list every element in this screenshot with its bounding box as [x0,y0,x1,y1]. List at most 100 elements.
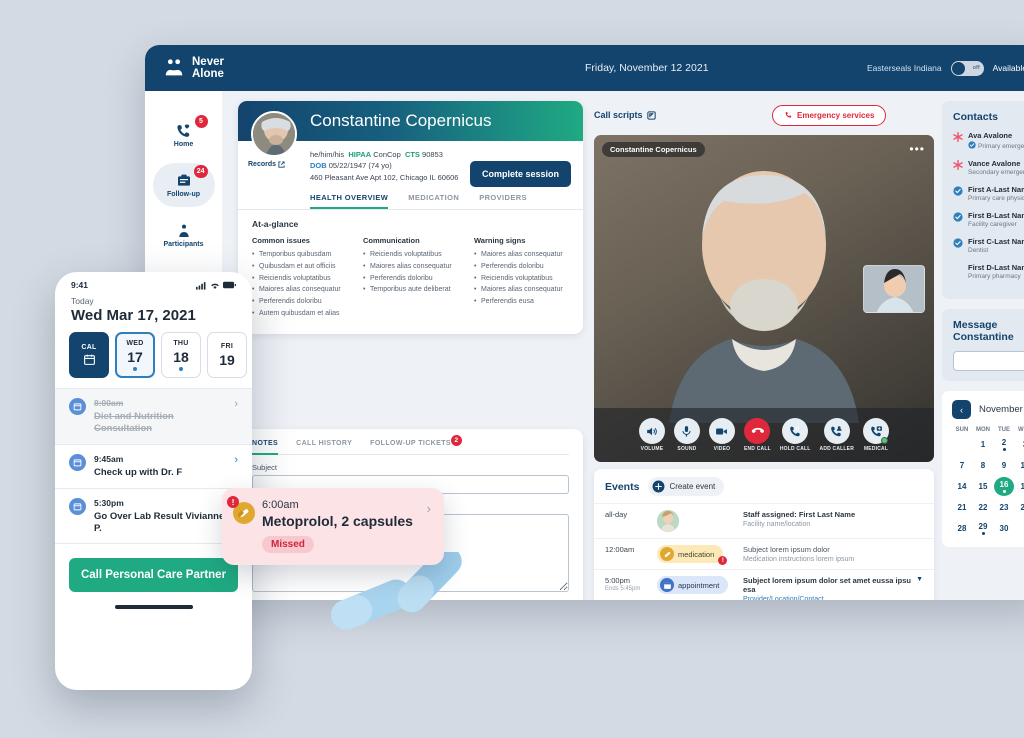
appt-icon [660,578,674,592]
event-tag-label: appointment [678,580,720,590]
calendar-day[interactable]: 24 [1015,498,1024,517]
tab-providers[interactable]: PROVIDERS [479,193,527,209]
call-control-sound[interactable]: SOUND [673,418,700,452]
events-panel: Events Create event all-day Staff assigne… [594,469,934,600]
calendar-day-number: 10 [1020,461,1024,470]
calendar-day[interactable]: 30 [994,519,1014,538]
call-control-end-call[interactable]: END CALL [744,418,771,452]
brand-logo-area: Never Alone [145,56,345,81]
event-tag-appointment: appointment [657,576,729,594]
agenda-item-text: 5:30pm Go Over Lab Result Vivianne P. [94,498,226,535]
agenda-item-time: 8:00am [94,398,124,408]
chevron-right-icon[interactable]: › [234,454,238,479]
call-scripts-link[interactable]: Call scripts [594,110,656,120]
sidebar-item-badge: 24 [193,165,208,178]
calendar-day[interactable]: 21 [952,498,972,517]
message-title: Message Constantine [953,319,1014,343]
event-subject: Subject lorem ipsum dolor [743,545,830,554]
chevron-down-icon[interactable]: ▼ [916,576,923,583]
tab-health-overview[interactable]: HEALTH OVERVIEW [310,193,389,210]
emergency-services-button[interactable]: Emergency services [772,104,887,126]
calendar-day[interactable]: 10 [1015,456,1024,475]
contact-item[interactable]: First D-Last NamePrimary pharmacy [953,263,1024,280]
calendar-day[interactable]: 28 [952,519,972,538]
day-card-thu[interactable]: THU 18 [161,332,201,378]
event-row[interactable]: 5:00pm Ends 5:45pm appointment Subject lore… [594,569,934,600]
medication-missed-toast[interactable]: ! › 6:00am Metoprolol, 2 capsules Missed [222,488,444,565]
contact-role: Primary care physician [968,195,1024,202]
event-row[interactable]: 12:00am medication! Subject lorem ipsum do… [594,538,934,569]
event-subtitle[interactable]: Provider/Location/Contact [743,596,911,601]
calendar-day[interactable]: 3 [1015,435,1024,454]
video-more-options-icon[interactable]: ••• [909,143,925,155]
verified-check-icon [953,238,963,248]
topbar-right-group: Easterseals Indiana off Available [867,60,1024,76]
notes-tab-follow-up-tickets[interactable]: FOLLOW-UP TICKETS 2 [370,435,462,455]
calendar-day[interactable]: 15 [973,477,993,496]
day-card-number: 19 [219,351,235,368]
calendar-day[interactable]: 7 [952,456,972,475]
notes-tab-call-history[interactable]: CALL HISTORY [296,440,352,455]
message-input[interactable] [953,351,1024,371]
day-card-fri[interactable]: FRI 19 [207,332,247,378]
calendar-day-number: 22 [978,503,988,512]
sidebar-item-participants[interactable]: Participants [153,213,215,257]
calendar-day[interactable]: 22 [973,498,993,517]
contact-item[interactable]: First C-Last NameDentist [953,237,1024,254]
calendar-day[interactable]: 17 [1015,477,1024,496]
call-control-label: ADD CALLER [819,446,855,452]
tab-medication[interactable]: MEDICATION [408,193,459,209]
calendar-day[interactable]: 29 [973,519,993,538]
day-card-label: WED [126,339,144,347]
calendar-day[interactable]: 9 [994,456,1014,475]
notes-tabs: NOTES CALL HISTORY FOLLOW-UP TICKETS 2 [252,435,569,455]
day-card-number: 17 [127,348,143,365]
call-control-hold-call[interactable]: HOLD CALL [780,418,811,452]
call-control-add-caller[interactable]: ADD CALLER [820,418,855,452]
calendar-day[interactable]: 2 [994,435,1014,454]
sidebar-item-home[interactable]: Home 5 [153,113,215,157]
calendar-day[interactable]: 8 [973,456,993,475]
call-control-volume[interactable]: VOLUME [638,418,665,452]
contact-role: Primary pharmacy [968,273,1021,280]
sidebar-item-label: Home [173,140,194,148]
calendar-day-number: 8 [980,461,986,470]
calendar-icon [83,354,95,365]
glance-list-item: Reiciendis voluptatibus [363,249,460,261]
event-time: 5:00pm [605,576,631,585]
agenda-item[interactable]: 9:45am Check up with Dr. F › [55,445,252,489]
notes-tab-notes[interactable]: NOTES [252,440,279,455]
event-row[interactable]: all-day Staff assigned: First Last Name Fa… [594,503,934,538]
availability-toggle[interactable]: off [950,60,984,76]
calendar-prev-button[interactable]: ‹ [952,400,971,419]
contact-name: Ava Avalone [968,131,1013,140]
calendar-day[interactable]: 1 [973,435,993,454]
events-header: Events Create event [594,469,934,503]
calendar-day[interactable]: 16 [994,477,1014,496]
phone-icon [785,111,792,118]
contact-item[interactable]: First A-Last NamePrimary care physician [953,185,1024,202]
call-control-video[interactable]: VIDEO [708,418,735,452]
glance-list-item: Quibusdam et aut officiis [252,261,349,273]
agenda-item[interactable]: 8:00am Diet and Nutrition Consultation › [55,389,252,445]
chevron-right-icon[interactable]: › [234,398,238,435]
contact-item[interactable]: First B-Last NameFacility caregiver [953,211,1024,228]
clipboard-icon [177,174,190,186]
event-subject: Subject lorem ipsum dolor set amet eussa… [743,576,911,594]
calendar-day[interactable]: 23 [994,498,1014,517]
calendar-day-number: 29 [978,522,988,531]
call-personal-care-partner-button[interactable]: Call Personal Care Partner [69,558,238,593]
calendar-day[interactable]: 14 [952,477,972,496]
day-card-wed[interactable]: WED 17 [115,332,155,378]
call-control-medical[interactable]: MEDICAL [863,418,890,452]
self-view-pip[interactable] [863,265,925,313]
external-link-icon [646,110,656,120]
create-event-button[interactable]: Create event [648,477,725,496]
sidebar-item-follow-up[interactable]: Follow-up 24 [152,163,215,207]
calendar-button[interactable]: CAL [69,332,109,378]
complete-session-button[interactable]: Complete session [469,161,571,187]
contact-item[interactable]: Ava AvalonePrimary emergency [953,131,1024,150]
contact-item[interactable]: Vance AvaloneSecondary emergency [953,159,1024,176]
calendar-icon [69,497,86,515]
chevron-right-icon: › [426,501,431,516]
